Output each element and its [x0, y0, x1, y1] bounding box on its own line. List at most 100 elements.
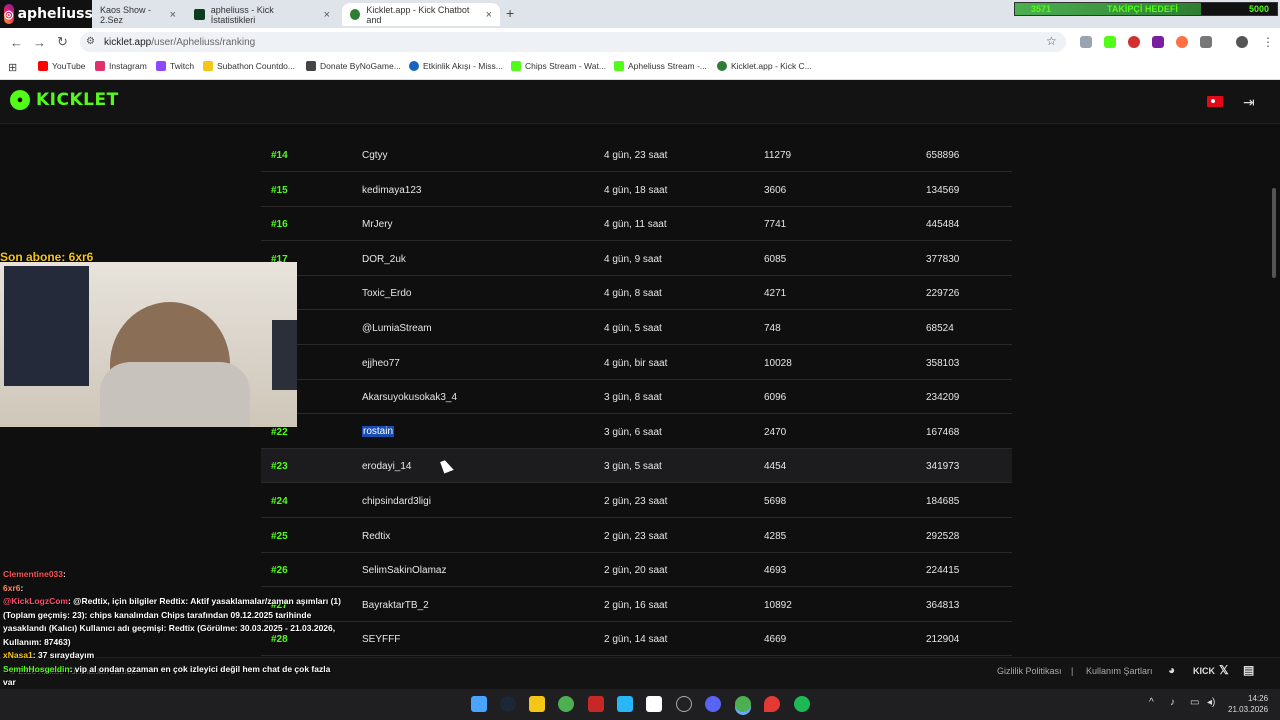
microphone-icon[interactable]: ♪: [1170, 697, 1175, 708]
table-row[interactable]: #20ejjheo774 gün, bir saat10028358103: [261, 346, 1012, 380]
bookmark-bynogame[interactable]: Donate ByNoGame...: [306, 61, 401, 71]
table-row[interactable]: #17 DOR_2uk 4 gün, 9 saat 6085 377830: [261, 242, 1012, 276]
table-row[interactable]: #27 BayraktarTB_2 2 gün, 16 saat 10892 36481…: [261, 588, 1012, 622]
streamer-hoodie: [100, 362, 250, 427]
bookmark-label: Apheliuss Stream -...: [628, 61, 707, 71]
forward-icon[interactable]: →: [33, 35, 46, 50]
messages-cell: 2470: [764, 426, 787, 438]
extension-kick-icon[interactable]: [1104, 36, 1116, 48]
bookmark-star-icon[interactable]: ☆: [1046, 34, 1057, 48]
bookmark-twitch[interactable]: Twitch: [156, 61, 194, 71]
table-row[interactable]: #19@LumiaStream4 gün, 5 saat74868524: [261, 311, 1012, 345]
tray-chevron-icon[interactable]: ^: [1149, 697, 1154, 708]
table-row[interactable]: #18Toxic_Erdo4 gün, 8 saat4271229726: [261, 276, 1012, 311]
url-field[interactable]: kicklet.app/user/Apheliuss/ranking: [80, 32, 1066, 52]
discord-taskbar-icon[interactable]: [705, 696, 721, 712]
bookmark-youtube[interactable]: YouTube: [38, 61, 85, 71]
watchtime-cell: 2 gün, 23 saat: [604, 496, 668, 507]
webcam-feed: [0, 262, 297, 427]
bookmark-etkinlik[interactable]: Etkinlik Akışı - Miss...: [409, 61, 503, 71]
reload-icon[interactable]: ↻: [57, 34, 68, 50]
tab-kaos-show[interactable]: Kaos Show - 2.Sez ×: [92, 3, 184, 26]
table-row[interactable]: #28 SEYFFF 2 gün, 14 saat 4669 212904: [261, 622, 1012, 657]
file-explorer-icon[interactable]: [529, 696, 545, 712]
apps-grid-icon[interactable]: ⊞: [8, 61, 17, 74]
extensions-puzzle-icon[interactable]: [1200, 36, 1212, 48]
bookmark-chips-stream[interactable]: Chips Stream - Wat...: [511, 61, 606, 71]
extension-color-icon[interactable]: [1176, 36, 1188, 48]
terms-link[interactable]: Kullanım Şartları: [1086, 666, 1153, 676]
back-icon[interactable]: ←: [10, 35, 23, 50]
table-row[interactable]: #15 kedimaya123 4 gün, 18 saat 3606 134569: [261, 173, 1012, 207]
clock-time: 14:26: [1248, 694, 1269, 703]
privacy-link[interactable]: Gizlilik Politikası: [997, 666, 1062, 676]
points-cell: 658896: [926, 150, 960, 161]
windows-start-icon[interactable]: [471, 696, 487, 712]
messages-cell: 748: [764, 323, 781, 334]
messages-cell: 4454: [764, 461, 787, 473]
username-cell: @LumiaStream: [362, 323, 432, 334]
site-info-icon[interactable]: ⚙: [86, 36, 95, 47]
bookmark-kicklet[interactable]: Kicklet.app - Kick C...: [717, 61, 812, 71]
kick-icon[interactable]: KICK: [1193, 666, 1215, 676]
table-row[interactable]: #24 chipsindard3ligi 2 gün, 23 saat 5698 184…: [261, 484, 1012, 518]
points-cell: 184685: [926, 496, 960, 507]
spotify-icon[interactable]: [794, 696, 810, 712]
notepad-icon[interactable]: [646, 696, 662, 712]
table-row[interactable]: #14 Cgtyy 4 gün, 23 saat 11279 658896: [261, 138, 1012, 172]
chat-message: Clementine033:: [0, 568, 345, 582]
network-icon[interactable]: ▭: [1190, 697, 1199, 708]
page-scrollbar[interactable]: [1272, 188, 1276, 278]
chrome-active-icon[interactable]: [735, 696, 751, 712]
subathon-icon: [203, 61, 213, 71]
username-cell: MrJery: [362, 219, 393, 231]
kicklet-logo[interactable]: ● KICKLET: [10, 90, 119, 110]
bookmark-subathon[interactable]: Subathon Countdo...: [203, 61, 295, 71]
close-icon[interactable]: ×: [170, 9, 176, 21]
x-twitter-icon[interactable]: 𝕏: [1219, 663, 1229, 677]
turkish-flag-icon[interactable]: [1207, 96, 1223, 107]
tab-kick-istatistikleri[interactable]: apheliuss - Kick İstatistikleri ×: [186, 3, 338, 26]
bookmark-instagram[interactable]: Instagram: [95, 61, 147, 71]
chat-message: @KickLogzCom: @Redtix, için bilgiler Red…: [0, 595, 345, 649]
rank-cell: #15: [271, 184, 288, 196]
messages-cell: 5698: [764, 496, 787, 507]
watchtime-cell: 4 gün, bir saat: [604, 357, 668, 369]
table-row[interactable]: #21Akarsuyokusokak3_43 gün, 8 saat609623…: [261, 380, 1012, 415]
windows-taskbar: [0, 689, 1280, 720]
messages-cell: 4669: [764, 634, 787, 646]
obs-alt-icon[interactable]: [588, 696, 604, 712]
new-tab-button[interactable]: +: [506, 5, 514, 21]
discord-icon[interactable]: ◕: [1168, 663, 1175, 677]
maps-pin-icon[interactable]: [764, 696, 780, 712]
tab-label: Kicklet.app - Kick Chatbot and: [366, 4, 470, 25]
table-row[interactable]: #22 rostain 3 gün, 6 saat 2470 167468: [261, 415, 1012, 449]
table-row[interactable]: #16 MrJery 4 gün, 11 saat 7741 445484: [261, 207, 1012, 242]
extension-record-icon[interactable]: [1128, 36, 1140, 48]
browser-menu-icon[interactable]: ⋮: [1262, 35, 1274, 49]
login-icon[interactable]: ⇥: [1243, 94, 1255, 111]
points-cell: 68524: [926, 323, 954, 334]
table-row[interactable]: #26 SelimSakinOlamaz 2 gün, 20 saat 4693 224…: [261, 553, 1012, 588]
bookmark-label: Twitch: [170, 61, 195, 71]
bookmark-apheliuss-stream[interactable]: Apheliuss Stream -...: [614, 61, 707, 71]
obs-icon[interactable]: [676, 696, 692, 712]
follower-goal-bar: 3571 TAKİPÇİ HEDEFİ 5000: [1014, 2, 1278, 16]
profile-avatar-icon[interactable]: [1236, 36, 1248, 48]
extension-twitch-icon[interactable]: [1152, 36, 1164, 48]
table-row[interactable]: #25 Redtix 2 gün, 23 saat 4285 292528: [261, 519, 1012, 553]
volume-icon[interactable]: ◂): [1207, 697, 1215, 708]
steam-icon[interactable]: [500, 696, 516, 712]
url-path: /user/Apheliuss/ranking: [151, 36, 256, 48]
close-icon[interactable]: ×: [324, 9, 330, 21]
table-row[interactable]: #23 erodayi_14 3 gün, 5 saat 4454 341973: [261, 449, 1012, 484]
tab-kicklet-active[interactable]: Kicklet.app - Kick Chatbot and ×: [342, 3, 500, 26]
tab-label: Kaos Show - 2.Sez: [100, 4, 152, 25]
close-icon[interactable]: ×: [486, 9, 492, 21]
app-icon[interactable]: [617, 696, 633, 712]
points-cell: 234209: [926, 392, 960, 404]
chrome-icon[interactable]: [558, 696, 574, 712]
docs-icon[interactable]: ▤: [1243, 663, 1254, 677]
taskbar-clock[interactable]: 14:26 21.03.2026: [1228, 693, 1268, 715]
extension-shield-icon[interactable]: [1080, 36, 1092, 48]
